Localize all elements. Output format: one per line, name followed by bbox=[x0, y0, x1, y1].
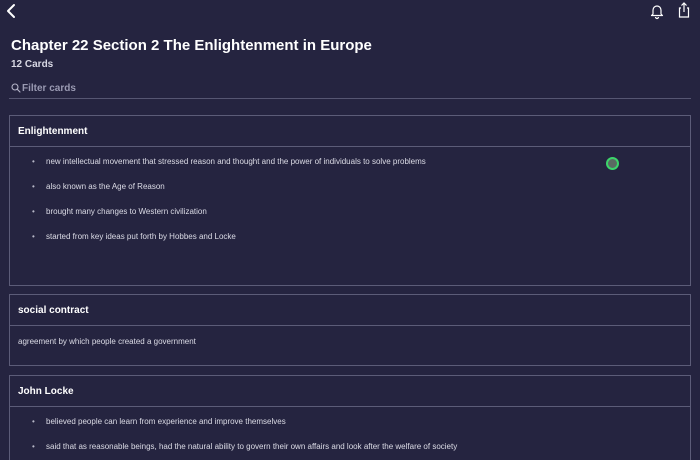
filter-bar bbox=[9, 80, 691, 99]
share-icon bbox=[678, 2, 690, 18]
card-term-header: social contract bbox=[10, 295, 690, 326]
set-title: Chapter 22 Section 2 The Enlightenment i… bbox=[11, 37, 372, 54]
card-definition: new intellectual movement that stressed … bbox=[10, 147, 690, 256]
definition-item: new intellectual movement that stressed … bbox=[32, 156, 690, 181]
definition-item: also known as the Age of Reason bbox=[32, 181, 690, 206]
definition-item: said that as reasonable beings, had the … bbox=[32, 441, 690, 460]
card-definition: believed people can learn from experienc… bbox=[10, 407, 690, 460]
definition-item: started from key ideas put forth by Hobb… bbox=[32, 231, 690, 256]
card-definition: agreement by which people created a gove… bbox=[10, 326, 690, 348]
card-term: Enlightenment bbox=[18, 125, 88, 137]
card-count: 12 Cards bbox=[11, 59, 54, 70]
definition-item: brought many changes to Western civiliza… bbox=[32, 206, 690, 231]
definition-item: believed people can learn from experienc… bbox=[32, 416, 690, 441]
card-term: social contract bbox=[18, 304, 89, 316]
flashcard-enlightenment[interactable]: Enlightenment new intellectual movement … bbox=[9, 115, 691, 286]
share-button[interactable] bbox=[676, 1, 692, 19]
filter-input[interactable] bbox=[22, 81, 682, 96]
status-indicator-icon[interactable] bbox=[606, 157, 619, 170]
definition-text: agreement by which people created a gove… bbox=[18, 337, 196, 346]
definition-list: new intellectual movement that stressed … bbox=[10, 147, 690, 256]
flashcard-john-locke[interactable]: John Locke believed people can learn fro… bbox=[9, 375, 691, 460]
chevron-left-icon bbox=[7, 4, 15, 18]
card-term: John Locke bbox=[18, 385, 74, 397]
back-button[interactable] bbox=[4, 3, 20, 19]
flashcard-set-page: Chapter 22 Section 2 The Enlightenment i… bbox=[0, 0, 700, 460]
card-term-header: John Locke bbox=[10, 376, 690, 407]
card-term-header: Enlightenment bbox=[10, 116, 690, 147]
definition-list: believed people can learn from experienc… bbox=[10, 407, 690, 460]
flashcard-social-contract[interactable]: social contract agreement by which peopl… bbox=[9, 294, 691, 366]
notifications-button[interactable] bbox=[649, 2, 665, 20]
bell-icon bbox=[650, 5, 664, 20]
search-icon bbox=[11, 83, 21, 93]
top-bar bbox=[0, 0, 700, 24]
